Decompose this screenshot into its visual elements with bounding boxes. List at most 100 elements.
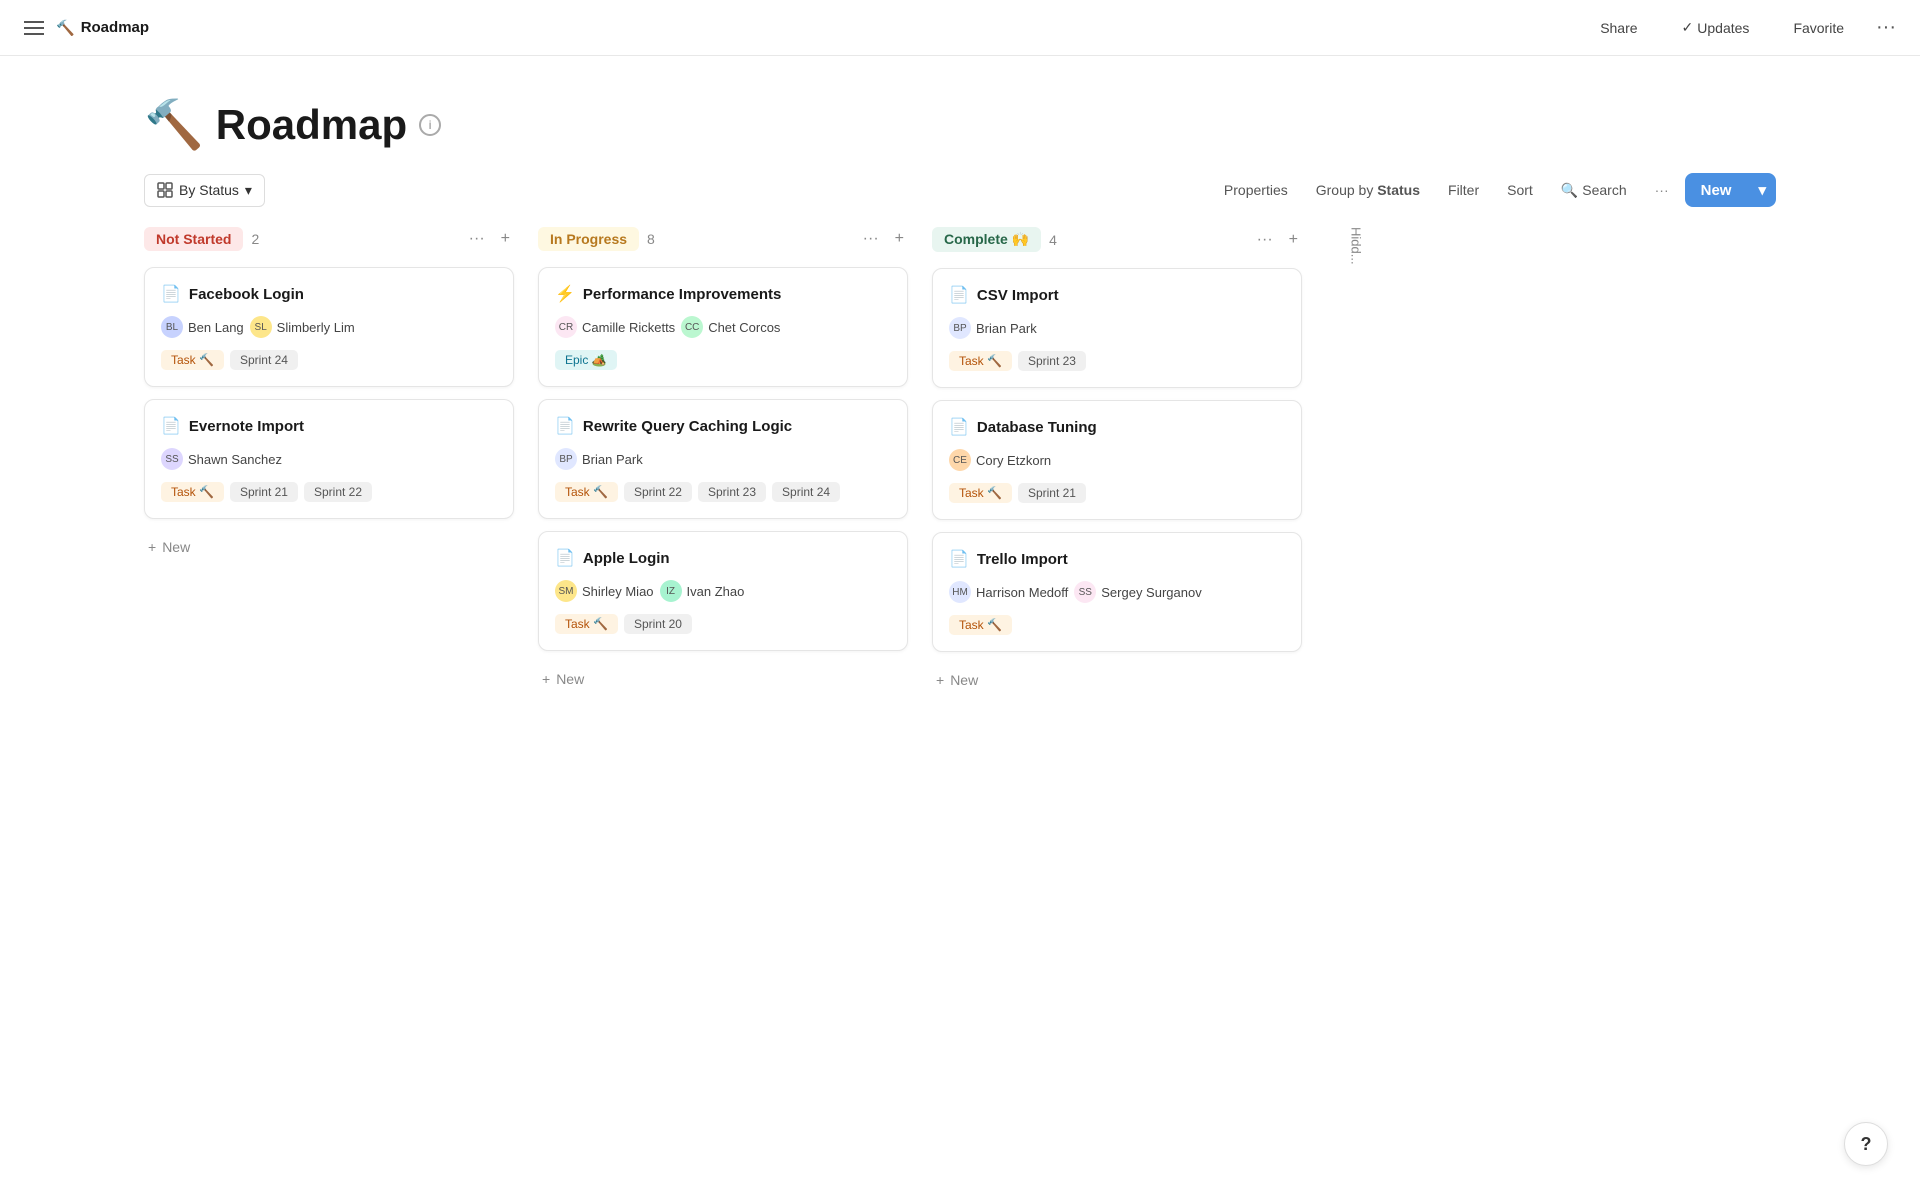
new-button[interactable]: New ▾	[1685, 173, 1776, 207]
info-icon[interactable]: i	[419, 114, 441, 136]
add-new-item-in-progress[interactable]: + New	[538, 663, 588, 695]
card-complete-0[interactable]: 📄CSV ImportBPBrian ParkTask 🔨Sprint 23	[932, 268, 1302, 388]
card-icon: 📄	[949, 285, 969, 305]
sort-button[interactable]: Sort	[1495, 175, 1545, 205]
add-new-label: New	[556, 671, 584, 687]
card-in-progress-2[interactable]: 📄Apple LoginSMShirley MiaoIZIvan ZhaoTas…	[538, 531, 908, 651]
card-complete-2[interactable]: 📄Trello Import HMHarrison MedoffSSSergey …	[932, 532, 1302, 652]
avatar: CE	[949, 449, 971, 471]
column-add-in-progress[interactable]: +	[891, 228, 908, 250]
card-not-started-0[interactable]: 📄Facebook Login BLBen LangSLSlimberly Lim…	[144, 267, 514, 387]
assignee: BPBrian Park	[555, 448, 643, 470]
card-assignees-complete-2: HMHarrison MedoffSSSergey Surganov	[949, 581, 1285, 603]
card-complete-1[interactable]: 📄Database Tuning CECory Etzkorn Task 🔨Spri…	[932, 400, 1302, 520]
card-title-text: Database Tuning	[977, 419, 1097, 436]
card-title-text: Evernote Import	[189, 418, 304, 435]
card-tags-complete-1: Task 🔨Sprint 21	[949, 483, 1285, 503]
column-count-not-started: 2	[251, 231, 259, 247]
assignee-name: Sergey Surganov	[1101, 585, 1201, 600]
column-add-not-started[interactable]: +	[497, 228, 514, 250]
card-tags-in-progress-1: Task 🔨Sprint 22Sprint 23Sprint 24	[555, 482, 891, 502]
assignee-name: Shawn Sanchez	[188, 452, 282, 467]
column-more-complete[interactable]: ···	[1253, 229, 1277, 251]
card-not-started-1[interactable]: 📄Evernote ImportSSShawn SanchezTask 🔨Spr…	[144, 399, 514, 519]
toolbar: By Status ▾ Properties Group by Status F…	[0, 173, 1920, 223]
hidden-column: Hidd...	[1326, 223, 1386, 696]
card-assignees-complete-1: CECory Etzkorn	[949, 449, 1285, 471]
search-label: Search	[1582, 182, 1626, 198]
add-new-item-complete[interactable]: +New	[932, 664, 982, 696]
updates-button[interactable]: ✓ Updates	[1670, 12, 1762, 43]
card-title-complete-2: 📄Trello Import	[949, 549, 1285, 569]
new-button-label: New	[1685, 174, 1748, 207]
assignee: CCChet Corcos	[681, 316, 780, 338]
search-button[interactable]: 🔍 Search	[1549, 175, 1639, 206]
search-icon: 🔍	[1561, 182, 1578, 199]
tag: Sprint 22	[304, 482, 372, 502]
add-new-item-not-started[interactable]: +New	[144, 531, 194, 563]
tag: Sprint 20	[624, 614, 692, 634]
page-title: Roadmap	[216, 101, 407, 149]
assignee: BLBen Lang	[161, 316, 244, 338]
column-add-complete[interactable]: +	[1285, 229, 1302, 251]
card-in-progress-1[interactable]: 📄 Rewrite Query Caching Logic BPBrian Park…	[538, 399, 908, 519]
properties-button[interactable]: Properties	[1212, 175, 1300, 205]
share-button[interactable]: Share	[1588, 13, 1649, 43]
card-icon: 📄	[949, 549, 969, 569]
tag: Task 🔨	[161, 482, 224, 502]
topbar-more-icon[interactable]: ···	[1876, 16, 1896, 39]
assignee: SMShirley Miao	[555, 580, 654, 602]
plus-icon: +	[936, 672, 944, 688]
card-assignees-not-started-1: SSShawn Sanchez	[161, 448, 497, 470]
tag: Task 🔨	[949, 615, 1012, 635]
plus-icon: +	[542, 671, 550, 687]
toolbar-more-button[interactable]: ···	[1643, 175, 1681, 205]
grid-icon	[157, 182, 173, 198]
column-complete: Complete 🙌4···+📄CSV ImportBPBrian ParkTa…	[932, 223, 1302, 696]
tag: Epic 🏕️	[555, 350, 617, 370]
card-tags-in-progress-2: Task 🔨Sprint 20	[555, 614, 891, 634]
avatar: CC	[681, 316, 703, 338]
column-in-progress: In Progress8···+⚡Performance Improvement…	[538, 223, 908, 696]
topbar-title: 🔨 Roadmap	[56, 19, 149, 37]
group-by-button[interactable]: Group by Status	[1304, 175, 1432, 205]
status-badge-in-progress: In Progress	[538, 227, 639, 251]
assignee-name: Brian Park	[582, 452, 643, 467]
column-more-in-progress[interactable]: ···	[859, 228, 883, 250]
card-title-complete-1: 📄Database Tuning	[949, 417, 1285, 437]
column-more-not-started[interactable]: ···	[465, 228, 489, 250]
column-header-not-started: Not Started2···+	[144, 223, 514, 255]
avatar: CR	[555, 316, 577, 338]
card-tags-complete-0: Task 🔨Sprint 23	[949, 351, 1285, 371]
view-selector-button[interactable]: By Status ▾	[144, 174, 265, 207]
hamburger-menu[interactable]	[24, 21, 44, 35]
card-title-text: Facebook Login	[189, 286, 304, 303]
column-count-complete: 4	[1049, 232, 1057, 248]
card-tags-not-started-1: Task 🔨Sprint 21Sprint 22	[161, 482, 497, 502]
checkmark-icon: ✓	[1682, 19, 1694, 36]
card-title-text: Rewrite Query Caching Logic	[583, 418, 792, 435]
card-assignees-not-started-0: BLBen LangSLSlimberly Lim	[161, 316, 497, 338]
topbar-left: 🔨 Roadmap	[24, 19, 149, 37]
add-new-label: New	[162, 539, 190, 555]
column-not-started: Not Started2···+📄Facebook LoginBLBen Lan…	[144, 223, 514, 696]
card-title-not-started-0: 📄Facebook Login	[161, 284, 497, 304]
help-button[interactable]: ?	[1844, 1122, 1888, 1166]
topbar-right: Share ✓ Updates Favorite ···	[1588, 12, 1896, 43]
card-title-complete-0: 📄CSV Import	[949, 285, 1285, 305]
card-title-text: Performance Improvements	[583, 286, 781, 303]
card-in-progress-0[interactable]: ⚡Performance ImprovementsCRCamille Ricke…	[538, 267, 908, 387]
favorite-button[interactable]: Favorite	[1781, 13, 1856, 43]
page-header: 🔨 Roadmap i	[0, 56, 1920, 173]
card-icon: 📄	[555, 416, 575, 436]
assignee: IZIvan Zhao	[660, 580, 745, 602]
avatar: BP	[949, 317, 971, 339]
new-button-caret: ▾	[1748, 173, 1776, 207]
filter-button[interactable]: Filter	[1436, 175, 1491, 205]
assignee-name: Slimberly Lim	[277, 320, 355, 335]
card-title-in-progress-0: ⚡Performance Improvements	[555, 284, 891, 304]
tag: Sprint 23	[698, 482, 766, 502]
column-header-complete: Complete 🙌4···+	[932, 223, 1302, 256]
assignee-name: Harrison Medoff	[976, 585, 1068, 600]
toolbar-actions: Properties Group by Status Filter Sort 🔍…	[1212, 173, 1776, 207]
